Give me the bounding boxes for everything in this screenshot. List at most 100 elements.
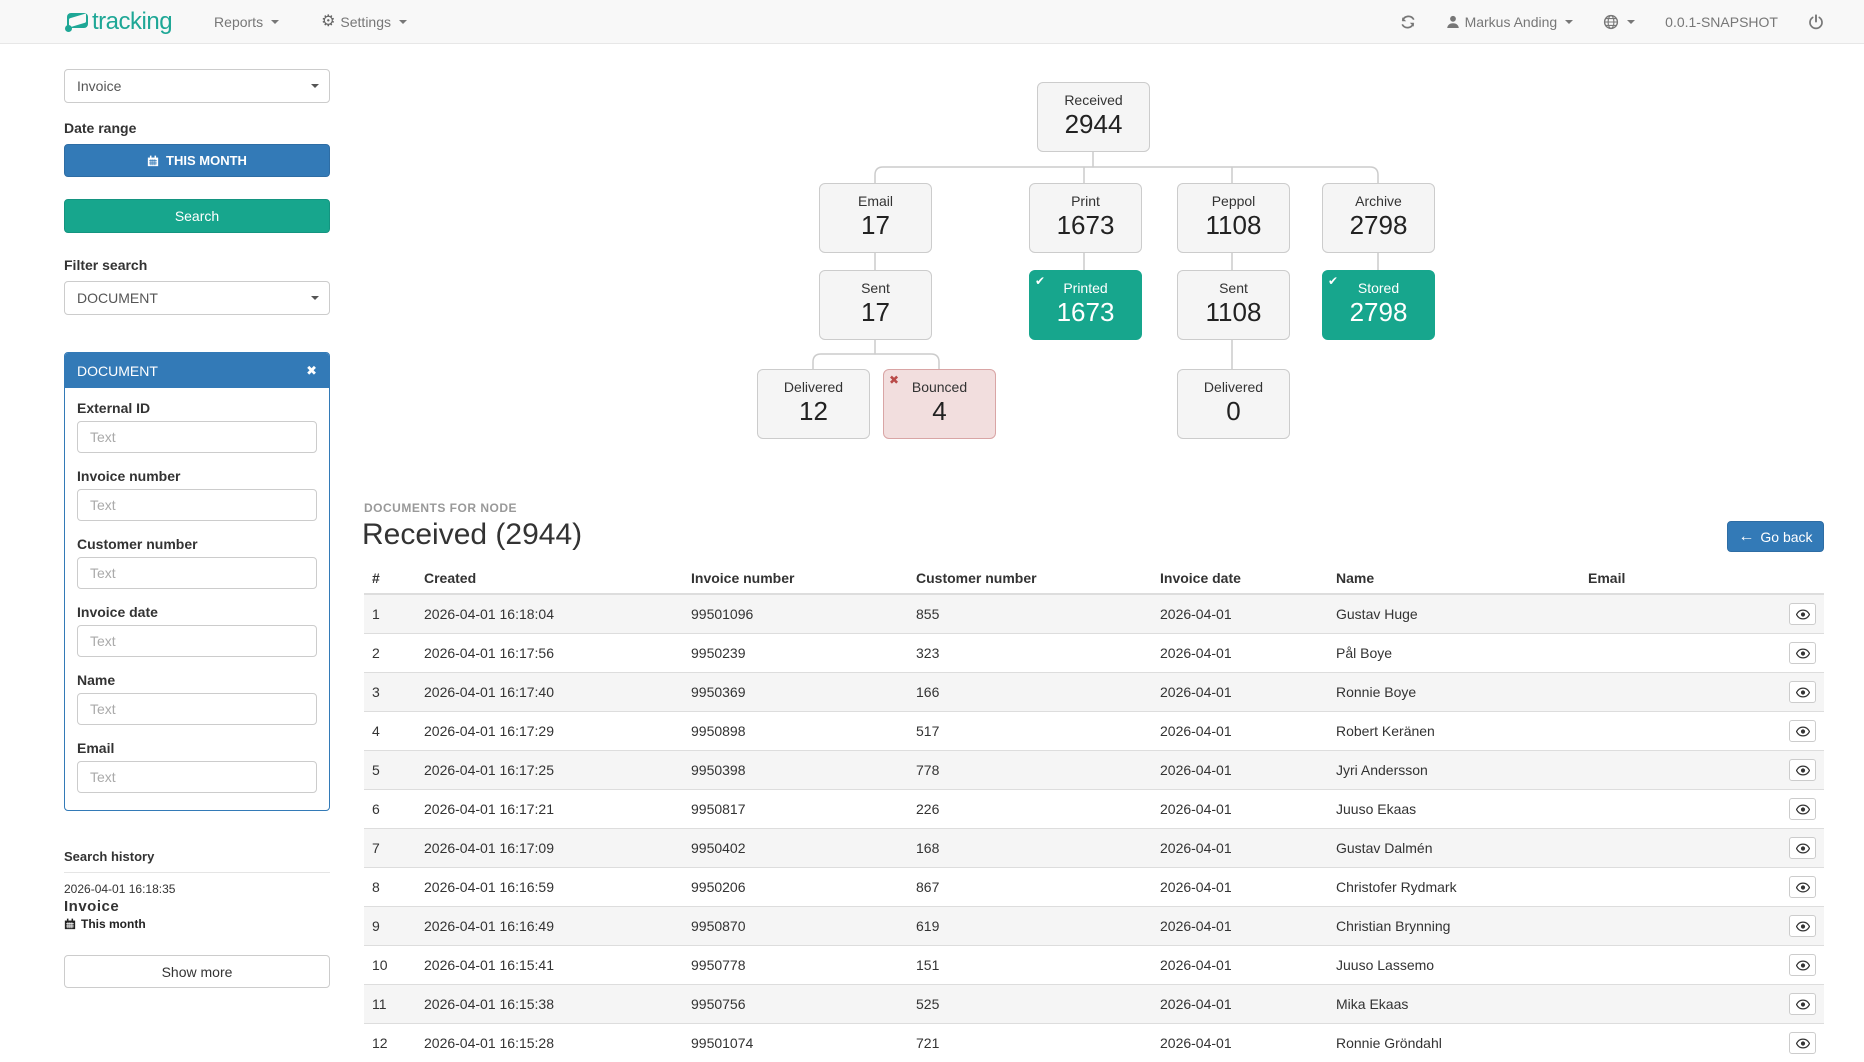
eye-icon — [1796, 804, 1810, 815]
column-header-created: Created — [416, 565, 683, 594]
view-document-button[interactable] — [1789, 993, 1816, 1015]
diagram-node-received[interactable]: Received2944 — [1037, 82, 1150, 152]
show-more-button[interactable]: Show more — [64, 955, 330, 988]
chevron-down-icon — [311, 296, 319, 300]
diagram-node-archive[interactable]: Archive2798 — [1322, 183, 1435, 253]
user-menu[interactable]: Markus Anding — [1446, 14, 1574, 30]
filter-field-input-email[interactable] — [77, 761, 317, 793]
filter-field-input-invoice-date[interactable] — [77, 625, 317, 657]
cell-actions — [1764, 829, 1824, 868]
filter-field: Email — [77, 740, 317, 793]
diagram-node-print[interactable]: Print1673 — [1029, 183, 1142, 253]
view-document-button[interactable] — [1789, 603, 1816, 625]
show-more-button-label: Show more — [162, 964, 233, 980]
cell — [1580, 946, 1764, 985]
table-row: 62026-04-01 16:17:2199508172262026-04-01… — [364, 790, 1824, 829]
filter-field-input-customer-number[interactable] — [77, 557, 317, 589]
refresh-icon[interactable] — [1400, 14, 1416, 30]
cell: 619 — [908, 907, 1152, 946]
node-value: 12 — [758, 396, 869, 427]
cell-actions — [1764, 946, 1824, 985]
view-document-button[interactable] — [1789, 1032, 1816, 1054]
cell: 2026-04-01 — [1152, 868, 1328, 907]
globe-icon — [1603, 14, 1619, 30]
filter-field-input-invoice-number[interactable] — [77, 489, 317, 521]
view-document-button[interactable] — [1789, 798, 1816, 820]
diagram-node-email[interactable]: Email17 — [819, 183, 932, 253]
power-icon[interactable] — [1808, 14, 1824, 30]
cell: 166 — [908, 673, 1152, 712]
search-button[interactable]: Search — [64, 199, 330, 233]
cell: 9950756 — [683, 985, 908, 1024]
cell: 2026-04-01 — [1152, 594, 1328, 634]
filter-field-input-name[interactable] — [77, 693, 317, 725]
search-button-label: Search — [175, 208, 219, 224]
cell: 3 — [364, 673, 416, 712]
filter-field-label: Customer number — [77, 536, 317, 552]
brand-logo[interactable]: tracking — [64, 8, 172, 36]
go-back-button[interactable]: ← Go back — [1727, 521, 1824, 552]
cell: 9950870 — [683, 907, 908, 946]
diagram-node-sent-email[interactable]: Sent17 — [819, 270, 932, 340]
cell: 867 — [908, 868, 1152, 907]
filter-select[interactable]: DOCUMENT — [64, 281, 330, 315]
table-row: 52026-04-01 16:17:2599503987782026-04-01… — [364, 751, 1824, 790]
table-row: 102026-04-01 16:15:4199507781512026-04-0… — [364, 946, 1824, 985]
node-value: 2798 — [1323, 210, 1434, 241]
chevron-down-icon — [1565, 20, 1573, 24]
diagram-node-delivered-peppol[interactable]: Delivered0 — [1177, 369, 1290, 439]
view-document-button[interactable] — [1789, 876, 1816, 898]
view-document-button[interactable] — [1789, 837, 1816, 859]
divider — [64, 872, 330, 873]
node-value: 1673 — [1030, 297, 1141, 328]
diagram-node-bounced[interactable]: ✖Bounced4 — [883, 369, 996, 439]
filter-field-input-external-id[interactable] — [77, 421, 317, 453]
nav-reports[interactable]: Reports — [214, 14, 279, 30]
document-type-select[interactable]: Invoice — [64, 69, 330, 103]
node-value: 2798 — [1323, 297, 1434, 328]
view-document-button[interactable] — [1789, 915, 1816, 937]
node-value: 0 — [1178, 396, 1289, 427]
cell: 9950778 — [683, 946, 908, 985]
search-history-entry[interactable]: 2026-04-01 16:18:35InvoiceThis month — [64, 882, 330, 931]
view-document-button[interactable] — [1789, 954, 1816, 976]
cell: Christian Brynning — [1328, 907, 1580, 946]
view-document-button[interactable] — [1789, 720, 1816, 742]
cell: 11 — [364, 985, 416, 1024]
cell: 2026-04-01 — [1152, 790, 1328, 829]
diagram-node-stored[interactable]: ✔Stored2798 — [1322, 270, 1435, 340]
table-row: 32026-04-01 16:17:4099503691662026-04-01… — [364, 673, 1824, 712]
filter-field-label: Email — [77, 740, 317, 756]
eye-icon — [1796, 687, 1810, 698]
cell: 6 — [364, 790, 416, 829]
filter-field-label: External ID — [77, 400, 317, 416]
node-value: 2944 — [1038, 109, 1149, 140]
table-row: 12026-04-01 16:18:04995010968552026-04-0… — [364, 594, 1824, 634]
eye-icon — [1796, 921, 1810, 932]
diagram-node-peppol[interactable]: Peppol1108 — [1177, 183, 1290, 253]
diagram-node-delivered-email[interactable]: Delivered12 — [757, 369, 870, 439]
documents-table-body: 12026-04-01 16:18:04995010968552026-04-0… — [364, 594, 1824, 1062]
view-document-button[interactable] — [1789, 681, 1816, 703]
this-month-button[interactable]: THIS MONTH — [64, 144, 330, 177]
node-label: Print — [1030, 193, 1141, 209]
diagram-node-printed[interactable]: ✔Printed1673 — [1029, 270, 1142, 340]
version-label: 0.0.1-SNAPSHOT — [1665, 14, 1778, 30]
view-document-button[interactable] — [1789, 759, 1816, 781]
x-icon: ✖ — [889, 373, 899, 387]
filter-fields: External IDInvoice numberCustomer number… — [65, 388, 329, 810]
nav-settings[interactable]: ⚙ Settings — [321, 14, 407, 30]
cell: Gustav Dalmén — [1328, 829, 1580, 868]
close-icon[interactable]: ✖ — [306, 364, 317, 377]
cell-actions — [1764, 1024, 1824, 1062]
language-menu[interactable] — [1603, 14, 1635, 30]
gear-icon: ⚙ — [321, 14, 335, 30]
diagram-node-sent-peppol[interactable]: Sent1108 — [1177, 270, 1290, 340]
cell-actions — [1764, 634, 1824, 673]
column-header-invoice-number: Invoice number — [683, 565, 908, 594]
cell: Ronnie Gröndahl — [1328, 1024, 1580, 1062]
cell: 2026-04-01 16:15:41 — [416, 946, 683, 985]
cell — [1580, 634, 1764, 673]
cell: 2026-04-01 — [1152, 751, 1328, 790]
view-document-button[interactable] — [1789, 642, 1816, 664]
